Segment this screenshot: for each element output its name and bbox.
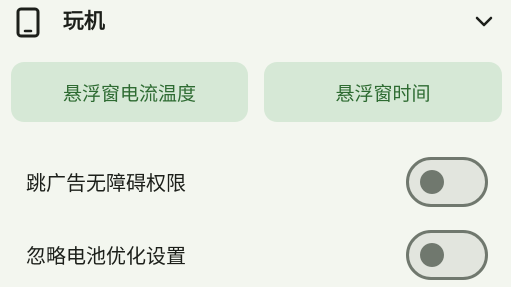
toggle-thumb bbox=[420, 170, 444, 194]
phone-icon bbox=[16, 7, 40, 38]
section-header[interactable]: 玩机 bbox=[0, 0, 511, 44]
chip-label: 悬浮窗电流温度 bbox=[62, 82, 196, 105]
toggle-thumb bbox=[420, 243, 444, 267]
setting-row-ignore-battery-optimization[interactable]: 忽略电池优化设置 bbox=[0, 230, 511, 286]
ad-skip-accessibility-toggle[interactable] bbox=[406, 157, 488, 207]
ignore-battery-optimization-toggle[interactable] bbox=[406, 230, 488, 280]
floating-window-time-button[interactable]: 悬浮窗时间 bbox=[264, 62, 502, 122]
section-title: 玩机 bbox=[63, 9, 105, 33]
settings-panel: 玩机 悬浮窗电流温度 悬浮窗时间 跳广告无障碍权限 忽略电池优化设置 bbox=[0, 0, 511, 287]
setting-row-ad-skip-accessibility[interactable]: 跳广告无障碍权限 bbox=[0, 157, 511, 213]
chip-label: 悬浮窗时间 bbox=[335, 82, 431, 105]
setting-label: 忽略电池优化设置 bbox=[26, 244, 186, 268]
setting-label: 跳广告无障碍权限 bbox=[26, 171, 186, 195]
chevron-down-icon[interactable] bbox=[472, 11, 496, 33]
floating-window-current-temp-button[interactable]: 悬浮窗电流温度 bbox=[11, 62, 248, 122]
